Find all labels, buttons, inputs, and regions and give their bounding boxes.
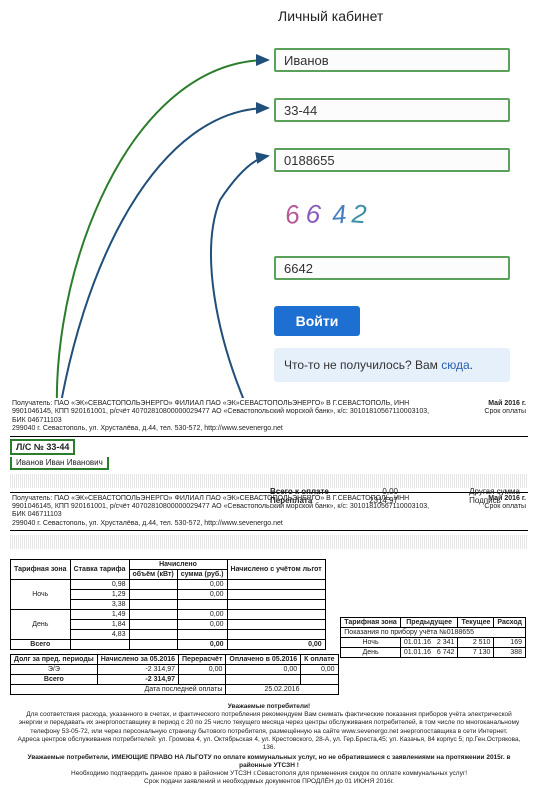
- period-sub: Срок оплаты: [484, 408, 526, 416]
- notice-lgot2: Необходимо подтвердить данное право в ра…: [14, 770, 524, 778]
- barcode-2: [10, 535, 528, 549]
- notice-block: Уважаемые потребители! Для соответствия …: [10, 701, 528, 788]
- addr-line: 299040 г. Севастополь, ул. Хрусталёва, д…: [12, 425, 526, 433]
- login-button[interactable]: Войти: [274, 306, 360, 336]
- barcode: [10, 474, 528, 488]
- contract-input[interactable]: [274, 148, 510, 172]
- total-value: 0,00: [350, 487, 398, 496]
- payee-row: Май 2016 г. Срок оплаты Получатель: ПАО …: [10, 398, 528, 437]
- meter-table: Тарифная зона Предыдущее Текущее Расход …: [340, 617, 526, 658]
- notice-body: Для соответствия расхода, указанного в с…: [14, 711, 524, 735]
- login-panel: Личный кабинет 6642 Войти Что-то не полу…: [274, 8, 526, 382]
- meter-title: Показания по прибору учёта №0188655: [341, 627, 526, 637]
- signature-block: Другая сумма Подпись: [469, 487, 520, 505]
- account-box: Л/С № 33-44: [10, 439, 75, 455]
- signature-label: Подпись: [469, 496, 520, 505]
- captcha-image: 6642: [274, 192, 384, 236]
- total-label: Всего к оплате: [270, 487, 350, 496]
- payee-line: Получатель: ПАО «ЭК»СЕВАСТОПОЛЬЭНЕРГО» Ф…: [12, 400, 432, 425]
- debt-table: Долг за пред. периоды Начислено за 05.20…: [10, 654, 339, 695]
- notice-title: Уважаемые потребители!: [14, 703, 524, 711]
- notice-addr: Адреса центров обслуживания потребителей…: [14, 736, 524, 752]
- overpay-label: Переплата: [270, 496, 350, 505]
- notice-lgot3: Срок подачи заявлений и необходимых доку…: [14, 778, 524, 786]
- account-name-box: Иванов Иван Иванович: [10, 457, 109, 470]
- overpay-value: 2314,97: [350, 496, 398, 505]
- captcha-input[interactable]: [274, 256, 510, 280]
- help-text: Что-то не получилось? Вам: [284, 358, 441, 372]
- help-box: Что-то не получилось? Вам сюда.: [274, 348, 510, 382]
- payee-row-2: Май 2016 г. Срок оплаты Получатель: ПАО …: [10, 492, 528, 532]
- bill-document: Май 2016 г. Срок оплаты Получатель: ПАО …: [10, 398, 528, 788]
- summary-block: Всего к оплате0,00 Переплата2314,97: [270, 487, 398, 505]
- notice-lgot: Уважаемые потребители, ИМЕЮЩИЕ ПРАВО НА …: [14, 754, 524, 770]
- login-title: Личный кабинет: [274, 8, 526, 24]
- tariff-table: Тарифная зона Ставка тарифа Начислено На…: [10, 559, 326, 650]
- help-link[interactable]: сюда: [441, 358, 469, 372]
- period-label: Май 2016 г.: [484, 400, 526, 408]
- surname-input[interactable]: [274, 48, 510, 72]
- account-input[interactable]: [274, 98, 510, 122]
- other-sum-label: Другая сумма: [469, 487, 520, 496]
